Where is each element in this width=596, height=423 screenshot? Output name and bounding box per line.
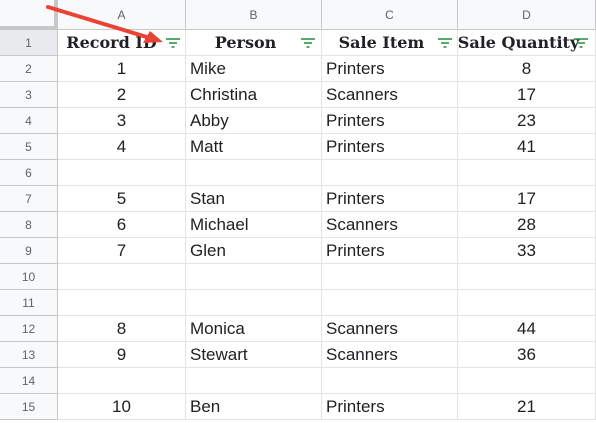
cell-sale-item[interactable] (322, 368, 458, 394)
row-header-3[interactable]: 3 (0, 82, 58, 108)
cell-person[interactable]: Abby (186, 108, 322, 134)
row-header-13[interactable]: 13 (0, 342, 58, 368)
cell-record-id[interactable]: 4 (58, 134, 186, 160)
cell-sale-quantity[interactable]: 41 (458, 134, 596, 160)
row-header-7[interactable]: 7 (0, 186, 58, 212)
cell-record-id[interactable]: 7 (58, 238, 186, 264)
cell-person[interactable]: Matt (186, 134, 322, 160)
cell-sale-item[interactable]: Scanners (322, 82, 458, 108)
cell-sale-quantity[interactable]: 17 (458, 82, 596, 108)
cell-sale-item[interactable]: Scanners (322, 212, 458, 238)
cell-sale-quantity[interactable]: 33 (458, 238, 596, 264)
cell-sale-quantity[interactable]: 8 (458, 56, 596, 82)
cell-person[interactable] (186, 368, 322, 394)
cell-person[interactable] (186, 290, 322, 316)
cell-person[interactable]: Christina (186, 82, 322, 108)
cell-sale-quantity[interactable] (458, 160, 596, 186)
filter-button-person[interactable] (300, 37, 316, 51)
spreadsheet-grid: A B C D 1 2 3 4 5 6 7 8 9 10 11 12 13 14… (0, 0, 596, 423)
cell-sale-item[interactable]: Printers (322, 108, 458, 134)
filter-button-sale-quantity[interactable] (573, 37, 589, 51)
column-header-d[interactable]: D (458, 0, 596, 30)
filter-icon (574, 38, 588, 48)
cell-record-id[interactable]: 3 (58, 108, 186, 134)
cell-sale-item[interactable] (322, 264, 458, 290)
cell-sale-quantity[interactable]: 28 (458, 212, 596, 238)
cell-sale-item[interactable]: Printers (322, 394, 458, 420)
cell-sale-quantity[interactable] (458, 368, 596, 394)
filter-icon (301, 38, 315, 48)
cell-record-id[interactable] (58, 160, 186, 186)
filter-button-record-id[interactable] (165, 37, 181, 51)
cell-sale-item[interactable]: Printers (322, 238, 458, 264)
filter-icon (166, 38, 180, 48)
cell-sale-item[interactable]: Printers (322, 134, 458, 160)
cell-sale-item[interactable]: Printers (322, 56, 458, 82)
cell-record-id[interactable]: 5 (58, 186, 186, 212)
column-header-b[interactable]: B (186, 0, 322, 30)
cell-sale-quantity[interactable]: 17 (458, 186, 596, 212)
row-header-8[interactable]: 8 (0, 212, 58, 238)
cell-sale-item[interactable]: Scanners (322, 316, 458, 342)
cell-sale-quantity[interactable] (458, 290, 596, 316)
column-header-c[interactable]: C (322, 0, 458, 30)
cell-sale-item[interactable] (322, 160, 458, 186)
row-header-1[interactable]: 1 (0, 30, 58, 56)
cell-record-id[interactable] (58, 264, 186, 290)
cell-person[interactable]: Michael (186, 212, 322, 238)
row-header-11[interactable]: 11 (0, 290, 58, 316)
cell-sale-quantity[interactable]: 21 (458, 394, 596, 420)
cell-person[interactable] (186, 160, 322, 186)
row-header-6[interactable]: 6 (0, 160, 58, 186)
cell-record-id[interactable]: 9 (58, 342, 186, 368)
cell-person[interactable]: Stan (186, 186, 322, 212)
cell-person[interactable]: Glen (186, 238, 322, 264)
cell-sale-item[interactable]: Printers (322, 186, 458, 212)
row-header-10[interactable]: 10 (0, 264, 58, 290)
cell-sale-quantity[interactable]: 23 (458, 108, 596, 134)
column-header-a[interactable]: A (58, 0, 186, 30)
filter-button-sale-item[interactable] (437, 37, 453, 51)
row-header-4[interactable]: 4 (0, 108, 58, 134)
cell-person[interactable]: Mike (186, 56, 322, 82)
row-header-5[interactable]: 5 (0, 134, 58, 160)
cell-record-id[interactable] (58, 290, 186, 316)
cell-sale-item[interactable]: Scanners (322, 342, 458, 368)
cell-person[interactable]: Stewart (186, 342, 322, 368)
cell-record-id[interactable] (58, 368, 186, 394)
cell-sale-item[interactable] (322, 290, 458, 316)
row-header-9[interactable]: 9 (0, 238, 58, 264)
cell-record-id[interactable]: 8 (58, 316, 186, 342)
cell-person[interactable] (186, 264, 322, 290)
row-header-12[interactable]: 12 (0, 316, 58, 342)
cell-person[interactable]: Monica (186, 316, 322, 342)
cell-person[interactable]: Ben (186, 394, 322, 420)
cell-record-id[interactable]: 2 (58, 82, 186, 108)
cell-sale-quantity[interactable]: 44 (458, 316, 596, 342)
filter-icon (438, 38, 452, 48)
cell-record-id[interactable]: 1 (58, 56, 186, 82)
cell-record-id[interactable]: 6 (58, 212, 186, 238)
select-all-corner[interactable] (0, 0, 58, 30)
cell-sale-quantity[interactable] (458, 264, 596, 290)
cell-sale-quantity[interactable]: 36 (458, 342, 596, 368)
row-header-14[interactable]: 14 (0, 368, 58, 394)
row-header-2[interactable]: 2 (0, 56, 58, 82)
row-header-15[interactable]: 15 (0, 394, 58, 420)
cell-record-id[interactable]: 10 (58, 394, 186, 420)
